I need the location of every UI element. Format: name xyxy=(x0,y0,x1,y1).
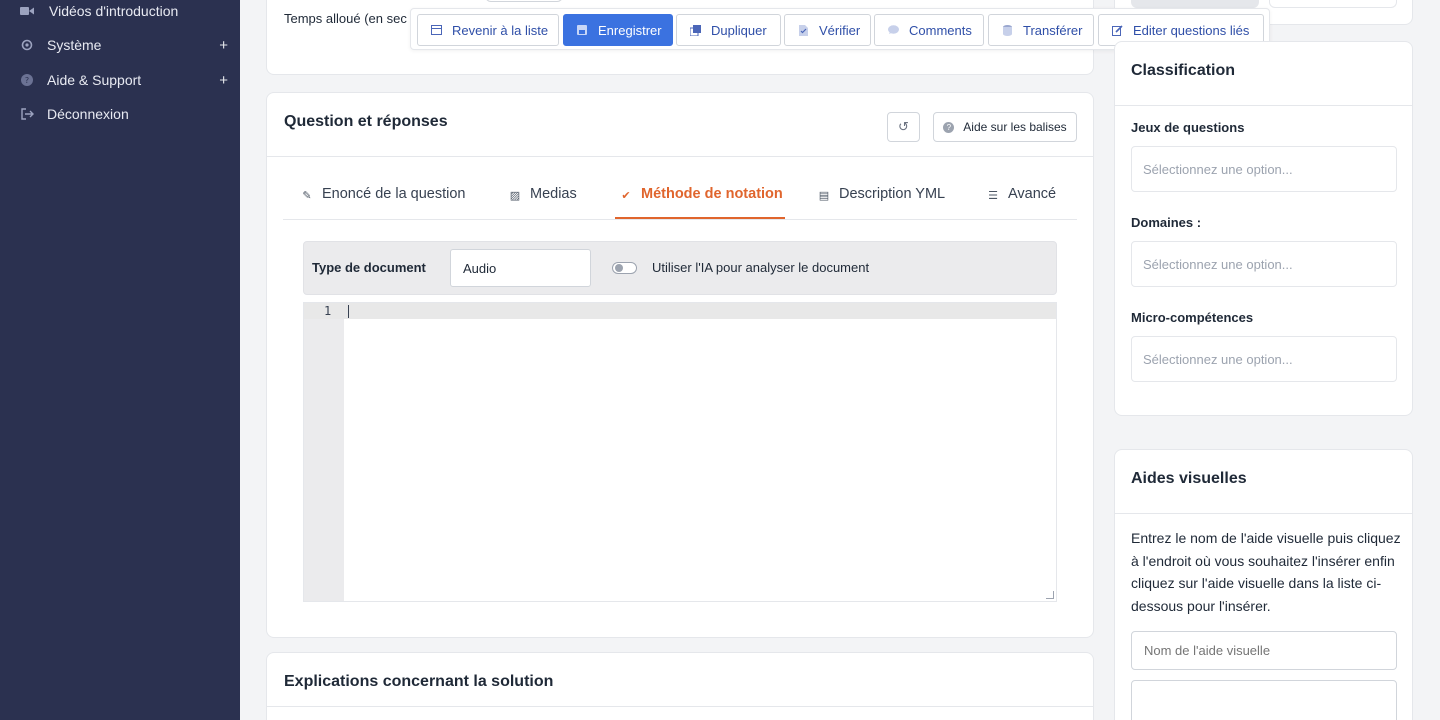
tags-help-label: Aide sur les balises xyxy=(963,120,1067,134)
explanations-title: Explications concernant la solution xyxy=(284,673,554,690)
help-icon: ? xyxy=(20,73,34,87)
divider xyxy=(1115,513,1412,514)
domains-label: Domaines : xyxy=(1131,215,1202,230)
active-tab-indicator xyxy=(615,217,785,219)
list-icon xyxy=(430,24,442,36)
history-button[interactable]: ↺ xyxy=(887,112,920,142)
expand-icon[interactable]: + xyxy=(219,37,228,54)
editor-active-line xyxy=(304,303,1056,319)
edit-icon: ✎ xyxy=(302,189,312,202)
duplicate-button[interactable]: Dupliquer xyxy=(676,14,781,46)
history-icon: ↺ xyxy=(898,119,909,134)
question-sets-label: Jeux de questions xyxy=(1131,120,1245,135)
tags-help-button[interactable]: ? Aide sur les balises xyxy=(933,112,1077,142)
visual-aids-title: Aides visuelles xyxy=(1131,470,1247,487)
back-to-list-button[interactable]: Revenir à la liste xyxy=(417,14,559,46)
comment-icon xyxy=(887,24,899,36)
divider xyxy=(267,706,1093,707)
edit-linked-label: Editer questions liés xyxy=(1133,22,1250,38)
save-icon xyxy=(576,24,588,36)
tab-label: Medias xyxy=(530,186,577,202)
help-icon: ? xyxy=(943,121,955,133)
time-allowed-input[interactable] xyxy=(485,0,563,2)
logout-icon xyxy=(20,107,34,121)
comments-label: Comments xyxy=(909,22,972,38)
duplicate-label: Dupliquer xyxy=(711,22,767,38)
document-type-row: Type de document Audio Utiliser l'IA pou… xyxy=(303,241,1057,295)
tab-advanced[interactable]: ☰ Avancé xyxy=(986,186,1056,220)
transfer-label: Transférer xyxy=(1023,22,1083,38)
sliders-icon: ☰ xyxy=(988,189,998,202)
sidebar-item-label: Système xyxy=(47,37,102,53)
visual-aids-list[interactable] xyxy=(1131,680,1397,720)
code-editor[interactable]: 1 xyxy=(303,302,1057,602)
tab-bar-border xyxy=(283,219,1077,220)
resize-handle[interactable] xyxy=(1046,591,1054,599)
qa-card-title: Question et réponses xyxy=(284,113,448,130)
visual-aid-name-input[interactable] xyxy=(1131,631,1397,670)
verify-label: Vérifier xyxy=(819,22,861,38)
back-to-list-label: Revenir à la liste xyxy=(452,22,549,38)
svg-text:?: ? xyxy=(25,76,29,85)
top-right-button-a[interactable] xyxy=(1131,0,1259,8)
transfer-button[interactable]: Transférer xyxy=(988,14,1094,46)
save-label: Enregistrer xyxy=(598,22,662,38)
sidebar-item-intro-videos[interactable]: Vidéos d'introduction xyxy=(0,0,240,26)
shield-check-icon: ✔ xyxy=(621,189,631,202)
domains-select[interactable]: Sélectionnez une option... xyxy=(1131,241,1397,287)
visual-aids-instructions: Entrez le nom de l'aide visuelle puis cl… xyxy=(1131,530,1401,615)
tab-label: Description YML xyxy=(839,186,946,202)
time-allowed-label: Temps alloué (en sec xyxy=(284,11,407,26)
verify-button[interactable]: Vérifier xyxy=(784,14,871,46)
document-type-label: Type de document xyxy=(312,260,426,275)
sidebar-item-label: Déconnexion xyxy=(47,106,129,122)
comments-button[interactable]: Comments xyxy=(874,14,984,46)
tab-label: Avancé xyxy=(1008,186,1057,202)
top-right-button-b[interactable] xyxy=(1269,0,1397,8)
tab-label: Méthode de notation xyxy=(641,186,783,202)
micro-skills-label: Micro-compétences xyxy=(1131,310,1254,325)
file-check-icon xyxy=(797,24,809,36)
tab-label: Enoncé de la question xyxy=(322,186,466,202)
sidebar-item-system[interactable]: Système + xyxy=(0,30,240,60)
micro-skills-select[interactable]: Sélectionnez une option... xyxy=(1131,336,1397,382)
classification-title: Classification xyxy=(1131,62,1236,79)
divider xyxy=(267,156,1093,157)
image-icon: ▨ xyxy=(509,189,521,202)
ai-toggle-switch[interactable] xyxy=(612,262,637,274)
ai-toggle-label: Utiliser l'IA pour analyser le document xyxy=(652,260,870,275)
line-number: 1 xyxy=(324,304,332,318)
duplicate-icon xyxy=(689,24,701,36)
gear-icon xyxy=(20,38,34,52)
divider xyxy=(1115,105,1412,106)
editor-gutter xyxy=(304,303,344,601)
tab-grading-method[interactable]: ✔ Méthode de notation xyxy=(619,186,783,220)
document-type-select[interactable]: Audio xyxy=(450,249,591,287)
tab-medias[interactable]: ▨ Medias xyxy=(508,186,577,220)
save-button[interactable]: Enregistrer xyxy=(563,14,673,46)
sidebar-item-label: Vidéos d'introduction xyxy=(49,3,179,19)
code-file-icon: ▤ xyxy=(818,189,830,202)
database-icon xyxy=(1001,24,1013,36)
text-cursor xyxy=(348,305,349,318)
tab-question-statement[interactable]: ✎ Enoncé de la question xyxy=(300,186,466,220)
explanations-card: Explications concernant la solution xyxy=(266,652,1094,720)
edit-icon xyxy=(1111,24,1123,36)
question-sets-select[interactable]: Sélectionnez une option... xyxy=(1131,146,1397,192)
expand-icon[interactable]: + xyxy=(219,72,228,89)
sidebar-item-logout[interactable]: Déconnexion xyxy=(0,99,240,129)
sidebar-item-label: Aide & Support xyxy=(47,72,142,88)
tab-yml-description[interactable]: ▤ Description YML xyxy=(817,186,945,220)
sidebar: Vidéos d'introduction Système + ? Aide &… xyxy=(0,0,240,720)
video-icon xyxy=(20,4,34,18)
sidebar-item-help[interactable]: ? Aide & Support + xyxy=(0,65,240,95)
